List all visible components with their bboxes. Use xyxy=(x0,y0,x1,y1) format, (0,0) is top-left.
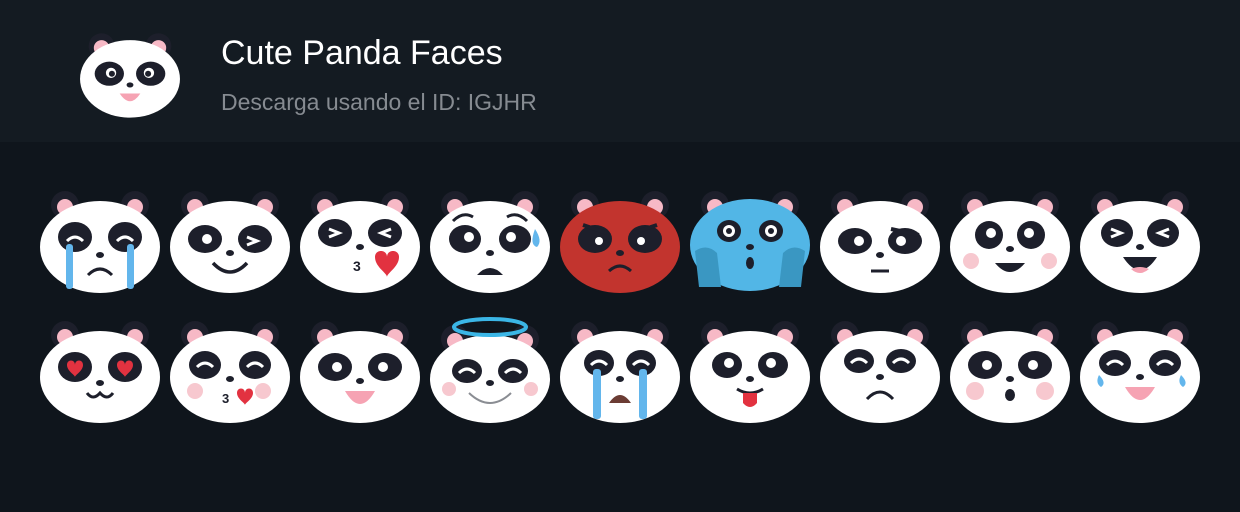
pack-panda-icon xyxy=(74,24,186,120)
panda-worried-sweat[interactable] xyxy=(425,187,555,297)
tears-of-joy-panda-icon xyxy=(1080,321,1200,423)
sobbing-panda-icon xyxy=(560,321,680,423)
sticker-grid: 3 3 xyxy=(0,142,1240,512)
panda-heart-eyes[interactable] xyxy=(35,317,165,427)
shocked-blue-panda-icon xyxy=(690,191,810,291)
panda-tears-of-joy[interactable] xyxy=(1075,317,1205,427)
smiling-panda-icon xyxy=(170,191,290,293)
tongue-out-panda-icon xyxy=(690,321,810,423)
angry-red-panda-icon xyxy=(560,191,680,293)
panda-blushing-grin[interactable] xyxy=(945,187,1075,297)
svg-text:3: 3 xyxy=(222,391,229,406)
panda-sobbing[interactable] xyxy=(555,317,685,427)
sticker-pack-header: Cute Panda Faces Descarga usando el ID: … xyxy=(0,0,1240,142)
panda-laughing[interactable] xyxy=(1075,187,1205,297)
panda-tongue-out[interactable] xyxy=(685,317,815,427)
worried-sweating-panda-icon xyxy=(430,191,550,293)
skeptical-panda-icon xyxy=(820,191,940,293)
laughing-panda-icon xyxy=(1080,191,1200,293)
pack-download-id: Descarga usando el ID: IGJHR xyxy=(221,89,537,115)
svg-text:3: 3 xyxy=(353,258,361,274)
panda-blowing-kiss[interactable]: 3 xyxy=(295,187,425,297)
heart-eyes-panda-icon xyxy=(40,321,160,423)
blushing-grin-panda-icon xyxy=(950,191,1070,293)
panda-kiss-blush[interactable]: 3 xyxy=(165,317,295,427)
panda-angry-red[interactable] xyxy=(555,187,685,297)
panda-shocked-blue[interactable] xyxy=(685,187,815,297)
kiss-blush-panda-icon: 3 xyxy=(170,321,290,423)
surprised-panda-icon xyxy=(950,321,1070,423)
panda-crying-sad[interactable] xyxy=(35,187,165,297)
pack-title: Cute Panda Faces xyxy=(221,34,503,72)
panda-angel-halo[interactable] xyxy=(425,317,555,427)
angel-halo-panda-icon xyxy=(430,317,550,423)
kissing-heart-panda-icon: 3 xyxy=(300,191,420,293)
panda-frowning[interactable] xyxy=(815,317,945,427)
frowning-panda-icon xyxy=(820,321,940,423)
panda-happy-smile[interactable] xyxy=(165,187,295,297)
panda-open-smile[interactable] xyxy=(295,317,425,427)
panda-surprised[interactable] xyxy=(945,317,1075,427)
crying-sad-panda-icon xyxy=(40,191,160,293)
open-smile-panda-icon xyxy=(300,321,420,423)
panda-skeptical[interactable] xyxy=(815,187,945,297)
